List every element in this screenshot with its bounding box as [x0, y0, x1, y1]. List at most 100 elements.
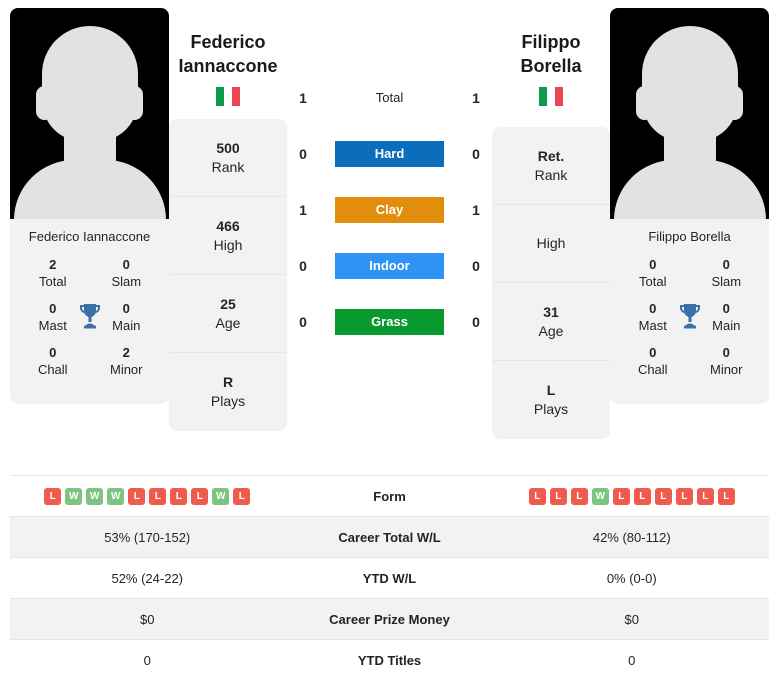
title-value: 0	[122, 257, 130, 272]
avatar-ear-left-shape	[36, 86, 53, 120]
info-label: Age	[538, 322, 564, 339]
table-row-career-prize-money: $0 Career Prize Money $0	[10, 598, 769, 639]
trophy-icon	[679, 304, 700, 329]
surface-right-score: 1	[472, 202, 480, 218]
right-form-badges: LLLWLLLLLL	[495, 487, 770, 505]
info-label: Rank	[534, 166, 568, 183]
left-player-info-column: Federico Iannaccone 500 Rank 466 High 25…	[169, 8, 287, 431]
surface-row-hard: 0 Hard 0	[287, 126, 492, 182]
form-badge-l: L	[570, 487, 588, 505]
table-row-career-total-wl: 53% (170-152) Career Total W/L 42% (80-1…	[10, 516, 769, 557]
title-stat-chall: 0 Chall	[16, 344, 90, 378]
right-value: 0% (0-0)	[606, 570, 657, 586]
right-player-titles-grid: 0 Total 0 Slam 0 Mast 0 Main 0 Chall 0 M…	[610, 250, 769, 404]
info-value: R	[222, 374, 234, 390]
form-badge-l: L	[149, 487, 167, 505]
table-row-label: Career Total W/L	[338, 529, 441, 545]
right-player-name-caption: Filippo Borella	[648, 229, 731, 244]
avatar-ear-left-shape	[636, 86, 653, 120]
table-row-label: Career Prize Money	[329, 611, 450, 627]
left-player-card[interactable]: Federico Iannaccone 2 Total 0 Slam 0 Mas…	[10, 8, 169, 404]
info-cell-high: High	[492, 205, 610, 283]
title-label: Slam	[111, 274, 142, 289]
form-badge-w: W	[65, 487, 83, 505]
surface-label-indoor[interactable]: Indoor	[335, 253, 444, 279]
surface-row-total: 1 Total 1	[287, 70, 492, 126]
form-badge-l: L	[191, 487, 209, 505]
italy-flag-icon-right	[492, 87, 610, 106]
table-row-ytd-titles: 0 YTD Titles 0	[10, 639, 769, 680]
title-label: Minor	[109, 362, 143, 377]
left-value: 53% (170-152)	[104, 529, 191, 545]
info-value: 466	[216, 217, 240, 234]
form-badge-l: L	[654, 487, 672, 505]
avatar-body-shape	[13, 160, 166, 219]
player-comparison-panel: Federico Iannaccone 2 Total 0 Slam 0 Mas…	[0, 0, 779, 475]
form-badge-l: L	[44, 487, 62, 505]
surface-label-hard[interactable]: Hard	[335, 141, 444, 167]
titles-row: 0 Chall 0 Minor	[616, 344, 763, 378]
right-player-card[interactable]: Filippo Borella 0 Total 0 Slam 0 Mast 0	[610, 8, 769, 404]
left-value: 52% (24-22)	[111, 570, 184, 586]
title-stat-chall: 0 Chall	[616, 344, 690, 378]
info-value: Ret.	[537, 147, 565, 164]
left-player-first-name: Federico	[190, 32, 266, 52]
table-row-ytd-wl: 52% (24-22) YTD W/L 0% (0-0)	[10, 557, 769, 598]
title-value: 0	[722, 345, 730, 360]
left-player-info-stack: 500 Rank 466 High 25 Age R Plays	[169, 119, 287, 431]
right-player-first-name: Filippo	[521, 32, 581, 52]
surface-row-grass: 0 Grass 0	[287, 294, 492, 350]
form-badge-l: L	[633, 487, 651, 505]
table-row-label: YTD Titles	[357, 652, 422, 668]
info-value: 500	[216, 139, 240, 156]
avatar-ear-right-shape	[126, 86, 143, 120]
title-label: Total	[39, 274, 67, 289]
left-player-name-caption: Federico Iannaccone	[28, 229, 151, 244]
titles-row: 0 Chall 2 Minor	[16, 344, 163, 378]
surface-label-grass[interactable]: Grass	[335, 309, 444, 335]
info-label: Plays	[533, 401, 569, 417]
surface-label-total: Total	[375, 90, 404, 105]
info-label: Rank	[211, 158, 245, 175]
right-player-info-stack: Ret. Rank High 31 Age L Plays	[492, 127, 610, 439]
info-cell-age: 25 Age	[169, 275, 287, 353]
info-value: L	[546, 382, 556, 398]
form-badge-l: L	[696, 487, 714, 505]
right-value: $0	[624, 611, 639, 627]
info-cell-high: 466 High	[169, 197, 287, 275]
surface-label-clay[interactable]: Clay	[335, 197, 444, 223]
title-label: Chall	[37, 362, 68, 377]
info-label: High	[536, 235, 566, 251]
surface-right-score: 0	[472, 258, 480, 274]
surface-left-score: 0	[299, 258, 307, 274]
title-value: 0	[722, 257, 730, 272]
head-to-head-surfaces: 1 Total 1 0 Hard 0 1 Clay 1 0 Indoor 0 0…	[287, 8, 492, 350]
info-cell-rank: 500 Rank	[169, 119, 287, 197]
right-form-cell: LLLWLLLLLL	[495, 487, 770, 505]
form-badge-l: L	[675, 487, 693, 505]
surface-left-score: 0	[299, 314, 307, 330]
right-value: 42% (80-112)	[592, 529, 671, 545]
title-stat-slam: 0 Slam	[690, 256, 764, 290]
left-player-last-name: Iannaccone	[178, 56, 278, 76]
left-value: 0	[143, 652, 151, 668]
right-player-last-name: Borella	[520, 56, 582, 76]
form-badge-w: W	[591, 487, 609, 505]
info-label: Plays	[210, 393, 246, 409]
left-player-avatar	[10, 8, 169, 219]
avatar-body-shape	[613, 160, 766, 219]
info-cell-plays: R Plays	[169, 353, 287, 431]
title-label: Total	[639, 274, 667, 289]
avatar-ear-right-shape	[726, 86, 743, 120]
title-value: 0	[49, 345, 57, 360]
left-player-titles-grid: 2 Total 0 Slam 0 Mast 0 Main 0 Chall 2 M…	[10, 250, 169, 404]
italy-flag-icon-left	[169, 87, 287, 106]
title-stat-minor: 2 Minor	[90, 344, 164, 378]
form-badge-l: L	[717, 487, 735, 505]
surface-row-clay: 1 Clay 1	[287, 182, 492, 238]
form-badge-l: L	[612, 487, 630, 505]
surface-left-score: 1	[299, 90, 307, 106]
left-form-cell: LWWWLLLLWL	[10, 487, 285, 505]
title-stat-minor: 0 Minor	[690, 344, 764, 378]
title-value: 2	[122, 345, 130, 360]
